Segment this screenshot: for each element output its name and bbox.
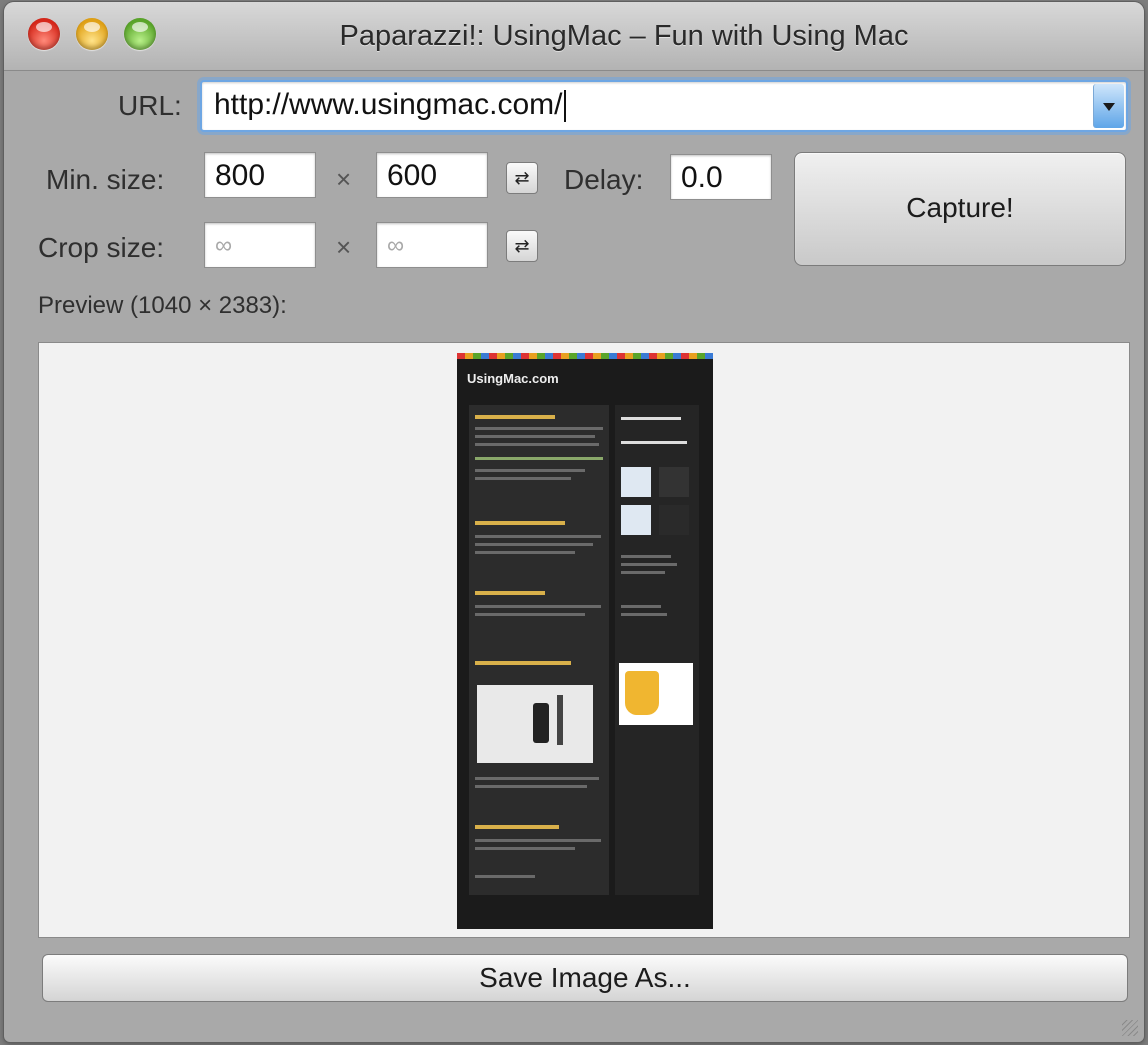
chevron-down-icon[interactable] [1093, 84, 1124, 128]
swap-crop-dimensions-icon[interactable]: ⇄ [506, 230, 538, 262]
preview-pane: UsingMac.com [38, 342, 1130, 938]
delay-field[interactable]: 0.0 [670, 154, 772, 200]
min-width-field[interactable]: 800 [204, 152, 316, 198]
thumbnail-header-stripe [457, 353, 713, 359]
save-image-as-button[interactable]: Save Image As... [42, 954, 1128, 1002]
minimize-window-button[interactable] [76, 18, 108, 50]
crop-size-times: × [336, 232, 352, 262]
text-caret [564, 90, 567, 123]
preview-thumbnail: UsingMac.com [457, 353, 713, 929]
min-height-field[interactable]: 600 [376, 152, 488, 198]
app-window: Paparazzi!: UsingMac – Fun with Using Ma… [4, 2, 1144, 1042]
thumbnail-main-column [469, 405, 609, 895]
min-size-label: Min. size: [46, 164, 165, 195]
swap-dimensions-icon[interactable]: ⇄ [506, 162, 538, 194]
resize-grip-icon[interactable] [1122, 1020, 1138, 1036]
url-label: URL: [118, 90, 182, 121]
url-combobox[interactable]: http://www.usingmac.com/ [200, 80, 1128, 132]
crop-width-field[interactable]: ∞ [204, 222, 316, 268]
crop-size-label: Crop size: [38, 232, 165, 263]
close-window-button[interactable] [28, 18, 60, 50]
thumbnail-sidebar [615, 405, 699, 895]
delay-label: Delay: [564, 164, 644, 195]
window-title: Paparazzi!: UsingMac – Fun with Using Ma… [339, 20, 909, 52]
thumbnail-iphone-image [477, 685, 593, 763]
thumbnail-site-logo: UsingMac.com [467, 371, 559, 386]
capture-button[interactable]: Capture! [794, 152, 1126, 266]
title-bar: Paparazzi!: UsingMac – Fun with Using Ma… [4, 2, 1144, 71]
min-size-times: × [336, 164, 352, 194]
url-input[interactable]: http://www.usingmac.com/ [214, 88, 567, 123]
zoom-window-button[interactable] [124, 18, 156, 50]
preview-label: Preview (1040 × 2383): [38, 292, 287, 319]
thumbnail-cup-ad [619, 663, 693, 725]
crop-height-field[interactable]: ∞ [376, 222, 488, 268]
